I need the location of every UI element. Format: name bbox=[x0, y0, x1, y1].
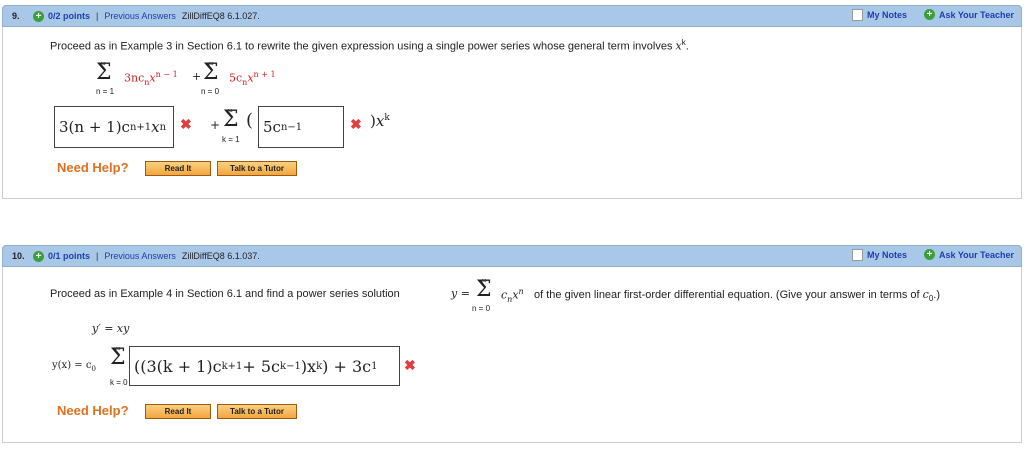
incorrect-icon-3: ✖ bbox=[404, 357, 416, 373]
q10-series: cnxn bbox=[501, 287, 524, 304]
ode-equation: y′ = xy bbox=[92, 322, 130, 335]
read-it-button[interactable]: Read It bbox=[145, 161, 211, 176]
separator: | bbox=[96, 251, 99, 261]
answer2-text: 5c bbox=[263, 118, 281, 136]
q10-problem-code: ZillDiffEQ8 6.1.037. bbox=[181, 251, 260, 261]
term2-coef: 5c bbox=[229, 71, 243, 85]
q10-my-notes[interactable]: My Notes bbox=[852, 249, 907, 261]
yx-sub: 0 bbox=[91, 365, 96, 373]
q9-prompt-end: . bbox=[685, 40, 689, 53]
term-2: 5cnxn + 1 bbox=[229, 70, 276, 87]
q10-number: 10. bbox=[12, 251, 25, 261]
separator: | bbox=[96, 11, 99, 21]
answer3-end: ) + 3c bbox=[322, 356, 372, 376]
q10-points: 0/1 points bbox=[48, 251, 91, 261]
incorrect-icon: ✖ bbox=[180, 116, 192, 132]
q9-points: 0/2 points bbox=[48, 11, 91, 21]
need-help-label: Need Help? bbox=[57, 160, 129, 175]
q9-prompt: Proceed as in Example 3 in Section 6.1 t… bbox=[50, 38, 689, 53]
sum-symbol: Σ bbox=[96, 60, 112, 85]
term1-exp: n − 1 bbox=[155, 70, 178, 79]
mid-plus: + bbox=[210, 118, 221, 132]
expand-plus-icon[interactable]: + bbox=[33, 10, 44, 22]
answer3-sub1: k+1 bbox=[221, 360, 243, 372]
answer-field-3[interactable]: ((3(k + 1)c k+1 + 5c k−1)x k) + 3c 1 bbox=[129, 346, 400, 386]
talk-to-tutor-button[interactable]: Talk to a Tutor bbox=[217, 161, 297, 176]
notes-icon bbox=[852, 249, 863, 261]
xk-term: )xk bbox=[370, 112, 390, 130]
q9-previous-answers-link[interactable]: Previous Answers bbox=[104, 11, 176, 21]
q9-problem-code: ZillDiffEQ8 6.1.027. bbox=[181, 11, 260, 21]
q10-prompt-c: .) bbox=[933, 289, 941, 301]
q9-ask-teacher[interactable]: + Ask Your Teacher bbox=[924, 9, 1014, 20]
sum-symbol-5: Σ bbox=[110, 345, 126, 370]
term-1: 3ncnxn − 1 bbox=[124, 70, 178, 87]
answer-field-1[interactable]: 3(n + 1)c n+1 x n bbox=[54, 106, 174, 148]
q9-my-notes[interactable]: My Notes bbox=[852, 9, 907, 21]
q10-prompt-b: of the given linear first-order differen… bbox=[534, 288, 940, 303]
q10-ask-teacher[interactable]: + Ask Your Teacher bbox=[924, 249, 1014, 260]
q10-y-eq: y = bbox=[451, 287, 470, 300]
answer1-sub: n+1 bbox=[129, 121, 152, 133]
answer3-mid: + 5c bbox=[242, 356, 281, 376]
q9-prompt-text: Proceed as in Example 3 in Section 6.1 t… bbox=[50, 40, 673, 53]
answer3-sub3: 1 bbox=[371, 360, 378, 372]
sum-lower-4: n = 0 bbox=[472, 304, 491, 313]
answer3-sub2: k−1 bbox=[280, 360, 301, 372]
sum-lower-1: n = 1 bbox=[96, 87, 115, 96]
ask-plus-icon: + bbox=[924, 9, 935, 20]
sum-lower-3: k = 1 bbox=[222, 135, 240, 144]
q9-number: 9. bbox=[12, 11, 20, 21]
need-help-label: Need Help? bbox=[57, 403, 129, 418]
sum-lower-2: n = 0 bbox=[201, 87, 220, 96]
incorrect-icon-2: ✖ bbox=[350, 116, 362, 132]
ask-teacher-label: Ask Your Teacher bbox=[939, 249, 1015, 260]
sum-symbol-4: Σ bbox=[476, 277, 492, 302]
yx-text: y(x) = c bbox=[52, 360, 92, 371]
term1-coef: 3nc bbox=[124, 71, 145, 85]
term2-exp: n + 1 bbox=[253, 70, 276, 79]
answer1-x: x bbox=[151, 118, 160, 136]
sum-symbol-2: Σ bbox=[203, 60, 219, 85]
q10-prompt-b-text: of the given linear first-order differen… bbox=[534, 289, 920, 301]
yx-label: y(x) = c0 bbox=[52, 360, 96, 373]
sum-lower-5: k = 0 bbox=[110, 378, 128, 387]
talk-to-tutor-button[interactable]: Talk to a Tutor bbox=[217, 404, 297, 419]
q10-prompt-a: Proceed as in Example 4 in Section 6.1 a… bbox=[50, 288, 400, 300]
ask-teacher-label: Ask Your Teacher bbox=[939, 9, 1015, 20]
answer-field-2[interactable]: 5c n−1 bbox=[258, 106, 344, 148]
q10-previous-answers-link[interactable]: Previous Answers bbox=[104, 251, 176, 261]
series-exp: n bbox=[518, 287, 524, 296]
my-notes-label: My Notes bbox=[867, 250, 908, 260]
paren-open: ( bbox=[246, 110, 254, 131]
answer3-tail: )x bbox=[300, 356, 317, 376]
expand-plus-icon[interactable]: + bbox=[33, 250, 44, 262]
answer1-text: 3(n + 1)c bbox=[59, 118, 130, 136]
xk-exp: k bbox=[384, 113, 390, 123]
read-it-button[interactable]: Read It bbox=[145, 404, 211, 419]
sum-symbol-3: Σ bbox=[223, 107, 239, 132]
my-notes-label: My Notes bbox=[867, 10, 908, 20]
answer3-a: ((3(k + 1)c bbox=[134, 356, 222, 376]
answer1-exp: n bbox=[159, 121, 167, 133]
ask-plus-icon: + bbox=[924, 249, 935, 260]
answer2-sub: n−1 bbox=[280, 121, 303, 133]
expr-plus: + bbox=[192, 70, 202, 83]
notes-icon bbox=[852, 9, 863, 21]
